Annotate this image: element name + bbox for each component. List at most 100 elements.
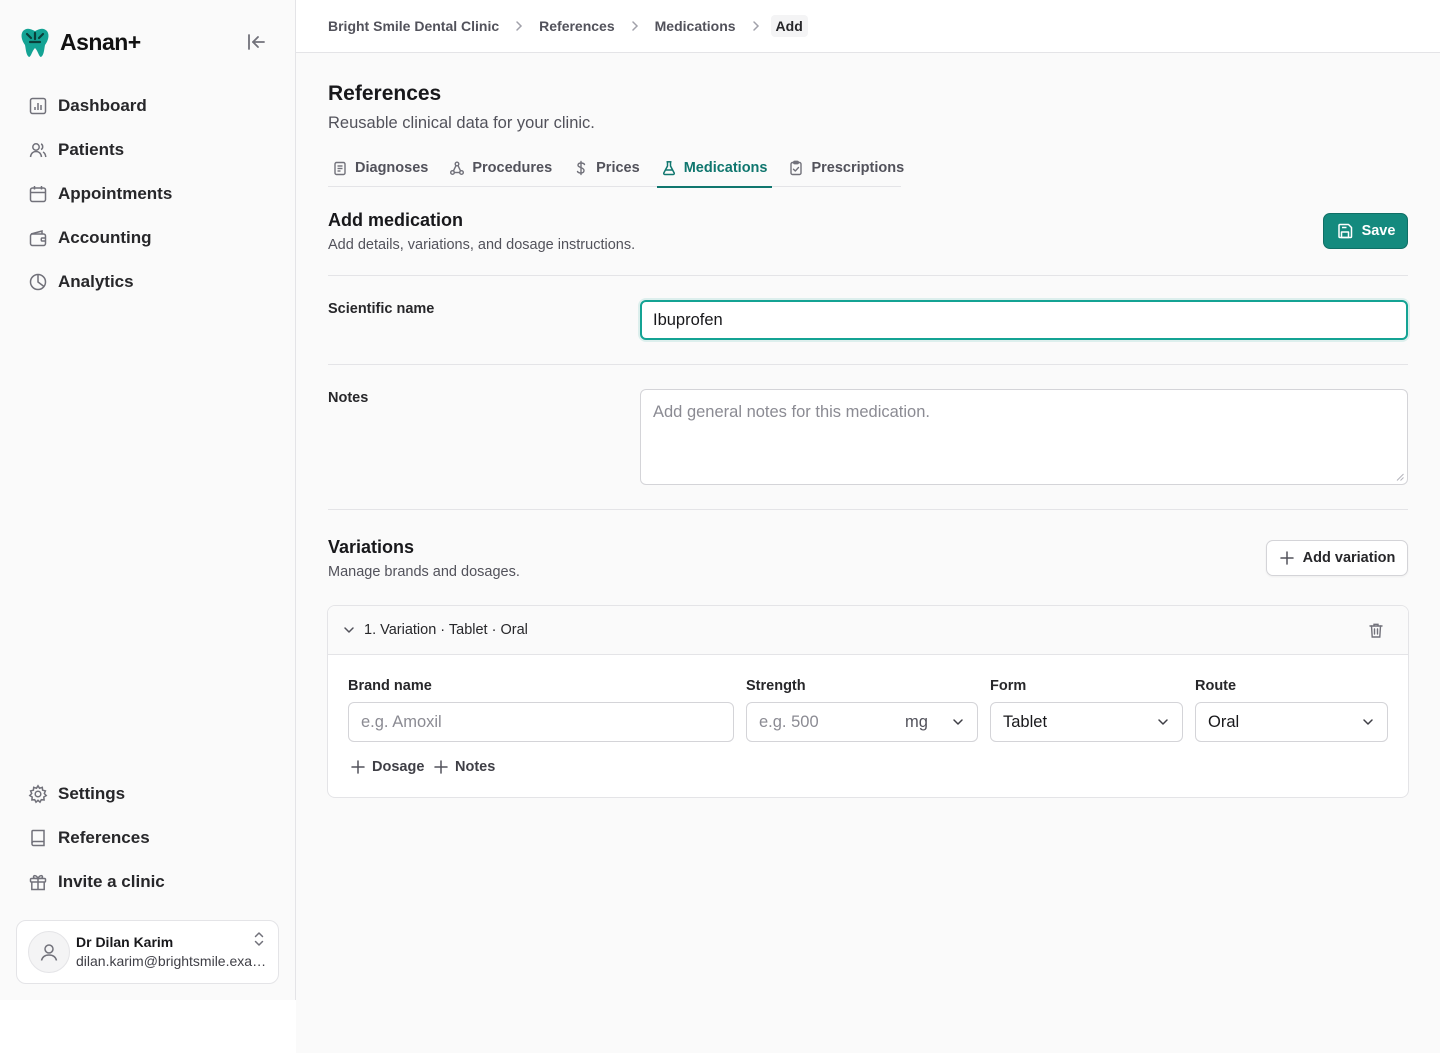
scientific-name-value: Ibuprofen xyxy=(653,310,723,329)
dollar-icon xyxy=(573,160,589,176)
breadcrumb-current: Add xyxy=(770,15,808,37)
top-bar: Bright Smile Dental Clinic References Me… xyxy=(296,0,1440,53)
book-icon xyxy=(28,828,48,848)
gift-icon xyxy=(28,872,48,892)
divider xyxy=(328,364,1408,365)
brand-name-placeholder: e.g. Amoxil xyxy=(361,712,442,731)
tab-label: Diagnoses xyxy=(355,160,429,176)
scientific-name-input[interactable]: Ibuprofen xyxy=(640,300,1408,340)
variation-header[interactable]: 1. Variation · Tablet · Oral xyxy=(328,606,1408,655)
strength-label: Strength xyxy=(746,678,806,694)
add-dosage-label: Dosage xyxy=(372,759,425,775)
chevron-down-icon xyxy=(1361,715,1375,729)
main-content: References Reusable clinical data for yo… xyxy=(296,53,1440,1053)
strength-input[interactable]: e.g. 500 mg xyxy=(746,702,978,742)
save-icon xyxy=(1336,222,1354,240)
brand-name-input[interactable]: e.g. Amoxil xyxy=(348,702,734,742)
chevron-down-icon xyxy=(951,715,965,729)
sidebar-footer-gap xyxy=(0,1000,296,1053)
pie-chart-icon xyxy=(28,272,48,292)
user-email: dilan.karim@brightsmile.example xyxy=(76,953,271,969)
tab-procedures[interactable]: Procedures xyxy=(445,149,557,187)
chevron-down-icon[interactable] xyxy=(342,623,356,637)
strength-unit-select[interactable]: mg xyxy=(905,713,928,732)
gear-icon xyxy=(28,784,48,804)
chevrons-up-down-icon xyxy=(252,931,266,947)
user-menu[interactable]: Dr Dilan Karim dilan.karim@brightsmile.e… xyxy=(16,920,279,984)
route-value: Oral xyxy=(1208,712,1240,731)
tab-label: Prices xyxy=(596,160,640,176)
form-value: Tablet xyxy=(1003,712,1048,731)
nav-item-invite-clinic[interactable]: Invite a clinic xyxy=(16,860,280,904)
nav-item-analytics[interactable]: Analytics xyxy=(16,260,280,304)
nav-item-references[interactable]: References xyxy=(16,816,280,860)
plus-icon xyxy=(433,759,449,775)
scientific-name-label: Scientific name xyxy=(328,301,435,317)
add-dosage-button[interactable]: Dosage xyxy=(350,756,424,778)
nav-item-settings[interactable]: Settings xyxy=(16,772,280,816)
nav-item-dashboard[interactable]: Dashboard xyxy=(16,84,280,128)
chevron-right-icon xyxy=(615,19,655,33)
page-title: References xyxy=(328,82,442,105)
wallet-icon xyxy=(28,228,48,248)
nav-label: Patients xyxy=(58,140,125,159)
tab-label: Medications xyxy=(683,160,768,176)
chevron-right-icon xyxy=(736,19,776,33)
nav-label: Accounting xyxy=(58,228,152,247)
calendar-icon xyxy=(28,184,48,204)
user-icon xyxy=(40,944,58,961)
tooth-logo-icon xyxy=(18,25,52,59)
procedures-icon xyxy=(449,160,465,176)
nav-label: Analytics xyxy=(58,272,134,291)
add-notes-button[interactable]: Notes xyxy=(433,756,495,778)
users-icon xyxy=(28,140,48,160)
tab-medications[interactable]: Medications xyxy=(656,149,773,188)
flask-icon xyxy=(661,160,677,176)
nav-label: References xyxy=(58,828,150,847)
save-button[interactable]: Save xyxy=(1323,213,1408,249)
divider xyxy=(328,275,1408,276)
form-select[interactable]: Tablet xyxy=(990,702,1183,742)
collapse-sidebar-icon[interactable] xyxy=(244,30,268,54)
route-select[interactable]: Oral xyxy=(1195,702,1388,742)
notes-textarea[interactable]: Add general notes for this medication. xyxy=(640,389,1408,485)
brand-name: Asnan+ xyxy=(60,28,141,55)
plus-icon xyxy=(350,759,366,775)
avatar xyxy=(28,931,70,973)
nav-item-appointments[interactable]: Appointments xyxy=(16,172,280,216)
tab-prices[interactable]: Prices xyxy=(569,149,645,187)
nav-label: Invite a clinic xyxy=(58,872,165,891)
form-title: Add medication xyxy=(328,210,464,230)
breadcrumb-references[interactable]: References xyxy=(539,18,615,34)
breadcrumb-clinic[interactable]: Bright Smile Dental Clinic xyxy=(328,18,499,34)
trash-icon[interactable] xyxy=(1368,622,1384,639)
add-variation-label: Add variation xyxy=(1302,550,1396,566)
clipboard-check-icon xyxy=(788,160,804,176)
clipboard-list-icon xyxy=(332,160,348,176)
breadcrumb: Bright Smile Dental Clinic References Me… xyxy=(328,14,808,38)
dashboard-icon xyxy=(28,96,48,116)
secondary-nav: Settings References Invite a clinic xyxy=(16,772,280,904)
nav-item-patients[interactable]: Patients xyxy=(16,128,280,172)
main-nav: Dashboard Patients Appointments Accounti… xyxy=(16,84,280,304)
tab-prescriptions[interactable]: Prescriptions xyxy=(784,149,909,187)
user-name: Dr Dilan Karim xyxy=(76,934,174,950)
add-variation-button[interactable]: Add variation xyxy=(1266,540,1408,576)
nav-label: Settings xyxy=(58,784,126,803)
brand[interactable]: Asnan+ xyxy=(18,24,141,60)
resize-grip-icon[interactable] xyxy=(1396,473,1404,481)
page-subtitle: Reusable clinical data for your clinic. xyxy=(328,114,595,132)
variations-title: Variations xyxy=(328,537,415,557)
tab-label: Prescriptions xyxy=(811,160,905,176)
variation-card: 1. Variation · Tablet · Oral Brand name … xyxy=(327,605,1409,798)
form-label: Form xyxy=(990,678,1027,694)
notes-placeholder: Add general notes for this medication. xyxy=(653,403,930,421)
nav-item-accounting[interactable]: Accounting xyxy=(16,216,280,260)
sidebar: Asnan+ Dashboard Patients Appointments A… xyxy=(0,0,296,1000)
brand-name-label: Brand name xyxy=(348,678,432,694)
breadcrumb-medications[interactable]: Medications xyxy=(655,18,736,34)
strength-placeholder: e.g. 500 xyxy=(759,712,819,731)
tab-diagnoses[interactable]: Diagnoses xyxy=(328,149,433,187)
divider xyxy=(328,509,1408,510)
route-label: Route xyxy=(1195,678,1237,694)
